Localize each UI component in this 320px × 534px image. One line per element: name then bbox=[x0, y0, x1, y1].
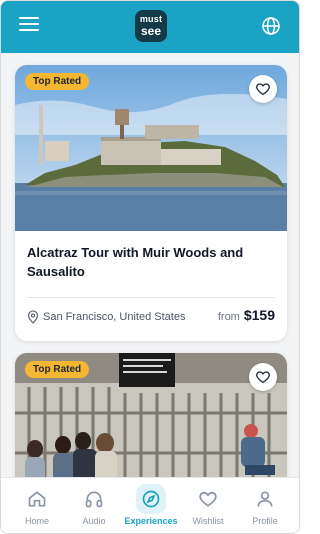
nav-item-home[interactable]: Home bbox=[7, 484, 67, 532]
nav-item-wishlist[interactable]: Wishlist bbox=[178, 484, 238, 532]
nav-item-experiences[interactable]: Experiences bbox=[121, 484, 181, 532]
nav-label: Profile bbox=[252, 516, 278, 526]
compass-icon bbox=[142, 490, 160, 508]
experience-feed[interactable]: Top Rated Alcatraz Tour with Muir Woods … bbox=[1, 53, 299, 477]
nav-label: Experiences bbox=[124, 516, 178, 526]
menu-button[interactable] bbox=[19, 17, 39, 35]
logo-text-bottom: see bbox=[140, 24, 162, 38]
location: San Francisco, United States bbox=[27, 310, 186, 324]
hamburger-menu-icon bbox=[19, 17, 39, 19]
favorite-button[interactable] bbox=[249, 363, 277, 391]
nav-label: Wishlist bbox=[192, 516, 224, 526]
price-prefix: from bbox=[217, 311, 240, 323]
experience-card[interactable]: Top Rated Alcatraz Tour with Muir Woods … bbox=[15, 65, 287, 341]
app-logo[interactable]: must see bbox=[135, 10, 167, 42]
nav-item-profile[interactable]: Profile bbox=[235, 484, 295, 532]
language-button[interactable] bbox=[261, 16, 281, 36]
experience-card[interactable]: Top Rated bbox=[15, 353, 287, 477]
top-bar: must see bbox=[1, 1, 299, 53]
price-amount: $159 bbox=[243, 307, 275, 323]
bottom-nav: Home Audio Experiences Wishlist Profile bbox=[1, 477, 299, 533]
nav-label: Home bbox=[24, 516, 49, 526]
map-pin-icon bbox=[27, 310, 39, 324]
home-icon bbox=[28, 491, 46, 507]
location-text: San Francisco, United States bbox=[43, 311, 186, 323]
app-frame: must see Top Rated Alcatraz Tour with Mu… bbox=[0, 0, 300, 534]
logo-text-top: must bbox=[139, 14, 163, 24]
nav-item-audio[interactable]: Audio bbox=[64, 484, 124, 532]
globe-icon bbox=[262, 17, 280, 35]
user-icon bbox=[257, 491, 273, 507]
heart-outline-icon bbox=[256, 371, 270, 384]
headphones-icon bbox=[85, 491, 103, 508]
favorite-button[interactable] bbox=[249, 75, 277, 103]
top-rated-badge: Top Rated bbox=[25, 361, 90, 378]
top-rated-badge: Top Rated bbox=[25, 73, 90, 90]
card-divider bbox=[27, 297, 275, 298]
heart-icon bbox=[199, 491, 217, 507]
price: from $159 bbox=[218, 307, 275, 325]
nav-label: Audio bbox=[82, 516, 106, 526]
heart-outline-icon bbox=[256, 83, 270, 96]
experience-title[interactable]: Alcatraz Tour with Muir Woods and Sausal… bbox=[27, 243, 275, 281]
